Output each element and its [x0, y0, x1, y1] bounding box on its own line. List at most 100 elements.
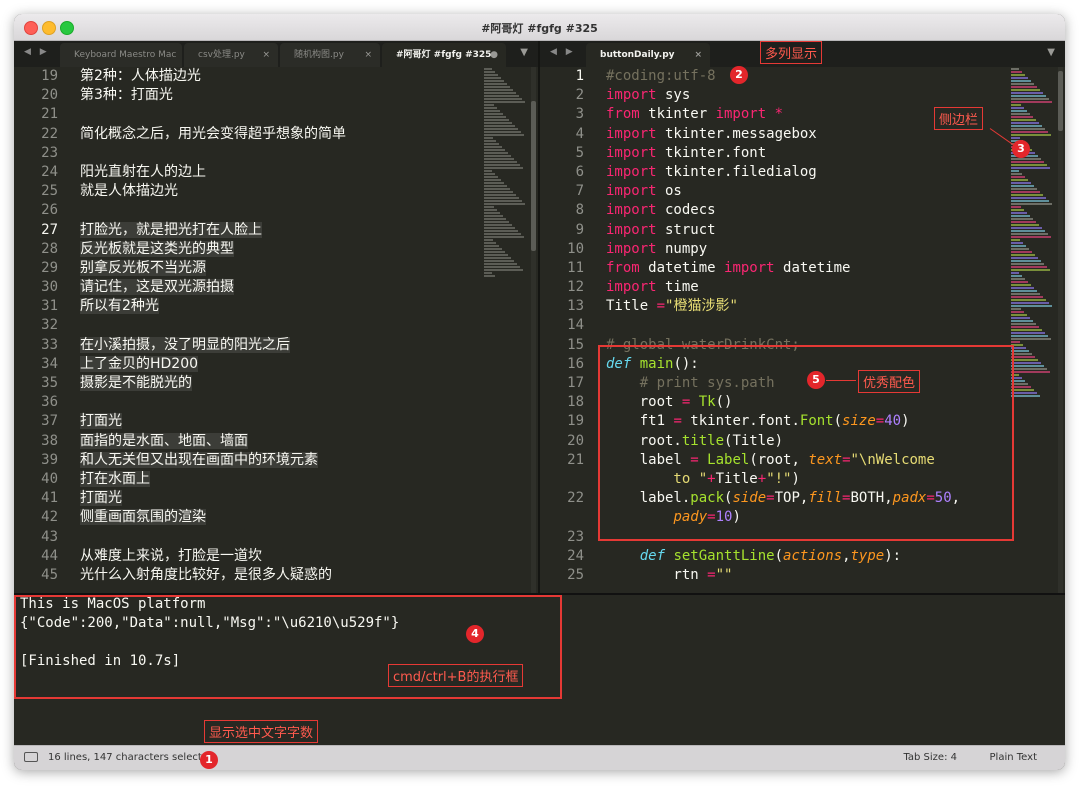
text-line[interactable]: 打脸光，就是把光打在人脸上	[80, 221, 478, 240]
unsaved-dot-icon[interactable]: ●	[490, 43, 498, 67]
tab-buttondaily[interactable]: buttonDaily.py ×	[586, 43, 710, 67]
minimap-line	[1011, 95, 1046, 97]
minimap-line	[484, 155, 511, 157]
tab-size-selector[interactable]: Tab Size: 4	[903, 752, 957, 763]
text-line[interactable]: 第2种：人体描边光	[80, 67, 478, 86]
panel-toggle-icon[interactable]	[24, 752, 38, 762]
line-number: 38	[41, 432, 58, 449]
minimap-line	[1011, 194, 1043, 196]
minimap-line	[1011, 113, 1030, 115]
vertical-scrollbar[interactable]	[1058, 67, 1063, 593]
text-line[interactable]: 上了金贝的HD200	[80, 355, 478, 374]
minimap-line	[1011, 326, 1039, 328]
close-tab-icon[interactable]: ×	[364, 43, 372, 67]
text-line[interactable]: 打面光	[80, 489, 478, 508]
minimap-line	[484, 95, 519, 97]
text-line[interactable]	[80, 528, 478, 547]
minimap-line	[484, 140, 496, 142]
vertical-scrollbar[interactable]	[531, 67, 536, 593]
line-number: 43	[41, 528, 58, 545]
text-line[interactable]: 从难度上来说，打脸是一道坎	[80, 547, 478, 566]
text-line[interactable]: 第3种：打面光	[80, 86, 478, 105]
tab-label: #阿哥灯 #fgfg #325	[396, 50, 492, 60]
text-line[interactable]: 阳光直射在人的边上	[80, 163, 478, 182]
minimap-line	[1011, 302, 1049, 304]
syntax-selector[interactable]: Plain Text	[990, 752, 1037, 763]
line-text: 就是人体描边光	[80, 183, 178, 200]
minimap-line	[484, 200, 522, 202]
tab-label: Keyboard Maestro Mac	[74, 50, 177, 60]
text-line[interactable]: 侧重画面氛围的渲染	[80, 508, 478, 527]
minimap-line	[1011, 389, 1034, 391]
text-line[interactable]: 请记住，这是双光源拍摄	[80, 278, 478, 297]
minimap-line	[484, 245, 499, 247]
line-number: 22	[41, 125, 58, 142]
text-line[interactable]: 打面光	[80, 412, 478, 431]
annotation-label-2: 多列显示	[760, 41, 823, 64]
text-line[interactable]: 光什么入射角度比较好，是很多人疑惑的	[80, 566, 478, 585]
badge-2: 2	[730, 66, 748, 84]
line-text: 阳光直射在人的边上	[80, 163, 206, 180]
minimap[interactable]	[484, 67, 530, 593]
text-line[interactable]	[80, 144, 478, 163]
annotation-label-4: cmd/ctrl+B的执行框	[388, 664, 524, 687]
text-line[interactable]: 在小溪拍摄，没了明显的阳光之后	[80, 336, 478, 355]
text-line[interactable]: 就是人体描边光	[80, 182, 478, 201]
tab-nav-arrows-icon[interactable]: ◀ ▶	[550, 47, 576, 57]
minimap-line	[1011, 173, 1022, 175]
minimap-line	[1011, 74, 1025, 76]
tab-keyboard-maestro[interactable]: Keyboard Maestro Mac	[60, 43, 182, 67]
close-tab-icon[interactable]: ×	[694, 43, 702, 67]
text-line[interactable]	[80, 201, 478, 220]
line-number: 26	[41, 202, 58, 219]
minimap-line	[1011, 212, 1027, 214]
chevron-down-icon[interactable]: ▼	[1047, 47, 1055, 58]
minimap-line	[484, 227, 515, 229]
text-line[interactable]: 和人无关但又出现在画面中的环境元素	[80, 451, 478, 470]
minimap-line	[1011, 272, 1019, 274]
scrollbar-thumb[interactable]	[531, 101, 536, 251]
line-number: 16	[567, 355, 584, 372]
line-number: 28	[41, 240, 58, 257]
close-tab-icon[interactable]: ×	[262, 43, 270, 67]
tab-nav-arrows-icon[interactable]: ◀ ▶	[24, 47, 50, 57]
text-area[interactable]: 第2种：人体描边光 第3种：打面光 简化概念之后，用光会变得超乎想象的简单 阳光直射在…	[80, 67, 478, 585]
line-number: 15	[567, 336, 584, 353]
text-line[interactable]: 别拿反光板不当光源	[80, 259, 478, 278]
line-text: 所以有2种光	[80, 298, 159, 315]
line-number: 44	[41, 547, 58, 564]
text-line[interactable]: 简化概念之后，用光会变得超乎想象的简单	[80, 125, 478, 144]
text-line[interactable]: 面指的是水面、地面、墙面	[80, 432, 478, 451]
line-number	[540, 470, 590, 489]
line-text: 别拿反光板不当光源	[80, 259, 206, 276]
minimap-line	[1011, 215, 1030, 217]
minimap-line	[484, 80, 504, 82]
tab-label: 随机构图.py	[294, 50, 344, 60]
minimap-line	[484, 221, 509, 223]
text-line[interactable]: 反光板就是这类光的典型	[80, 240, 478, 259]
tab-csv[interactable]: csv处理.py ×	[184, 43, 278, 67]
tab-random-composition[interactable]: 随机构图.py ×	[280, 43, 380, 67]
minimap-line	[1011, 191, 1040, 193]
text-line[interactable]	[80, 316, 478, 335]
minimap-line	[1011, 110, 1027, 112]
annotation-connector	[826, 380, 856, 381]
text-line[interactable]	[80, 393, 478, 412]
scrollbar-thumb[interactable]	[1058, 71, 1063, 131]
minimap-line	[484, 257, 511, 259]
text-line[interactable]: 所以有2种光	[80, 297, 478, 316]
minimap-line	[1011, 233, 1048, 235]
minimap-line	[484, 203, 525, 205]
left-editor-pane[interactable]: 19 20 21 22 23 24 25 26 27 28 29 30 31 32 33 34 35 36 37 38…	[14, 67, 538, 593]
line-number: 23	[567, 528, 584, 545]
minimap-line	[1011, 224, 1039, 226]
minimap-line	[484, 236, 524, 238]
chevron-down-icon[interactable]: ▼	[520, 47, 528, 58]
minimap-line	[1011, 269, 1050, 271]
line-number-gutter: 19 20 21 22 23 24 25 26 27 28 29 30 31 32 33 34 35 36 37 38…	[14, 67, 64, 585]
text-line[interactable]: 摄影是不能脱光的	[80, 374, 478, 393]
text-line[interactable]	[80, 105, 478, 124]
line-number: 17	[567, 375, 584, 391]
tab-current-document[interactable]: #阿哥灯 #fgfg #325 ●	[382, 43, 506, 67]
text-line[interactable]: 打在水面上	[80, 470, 478, 489]
